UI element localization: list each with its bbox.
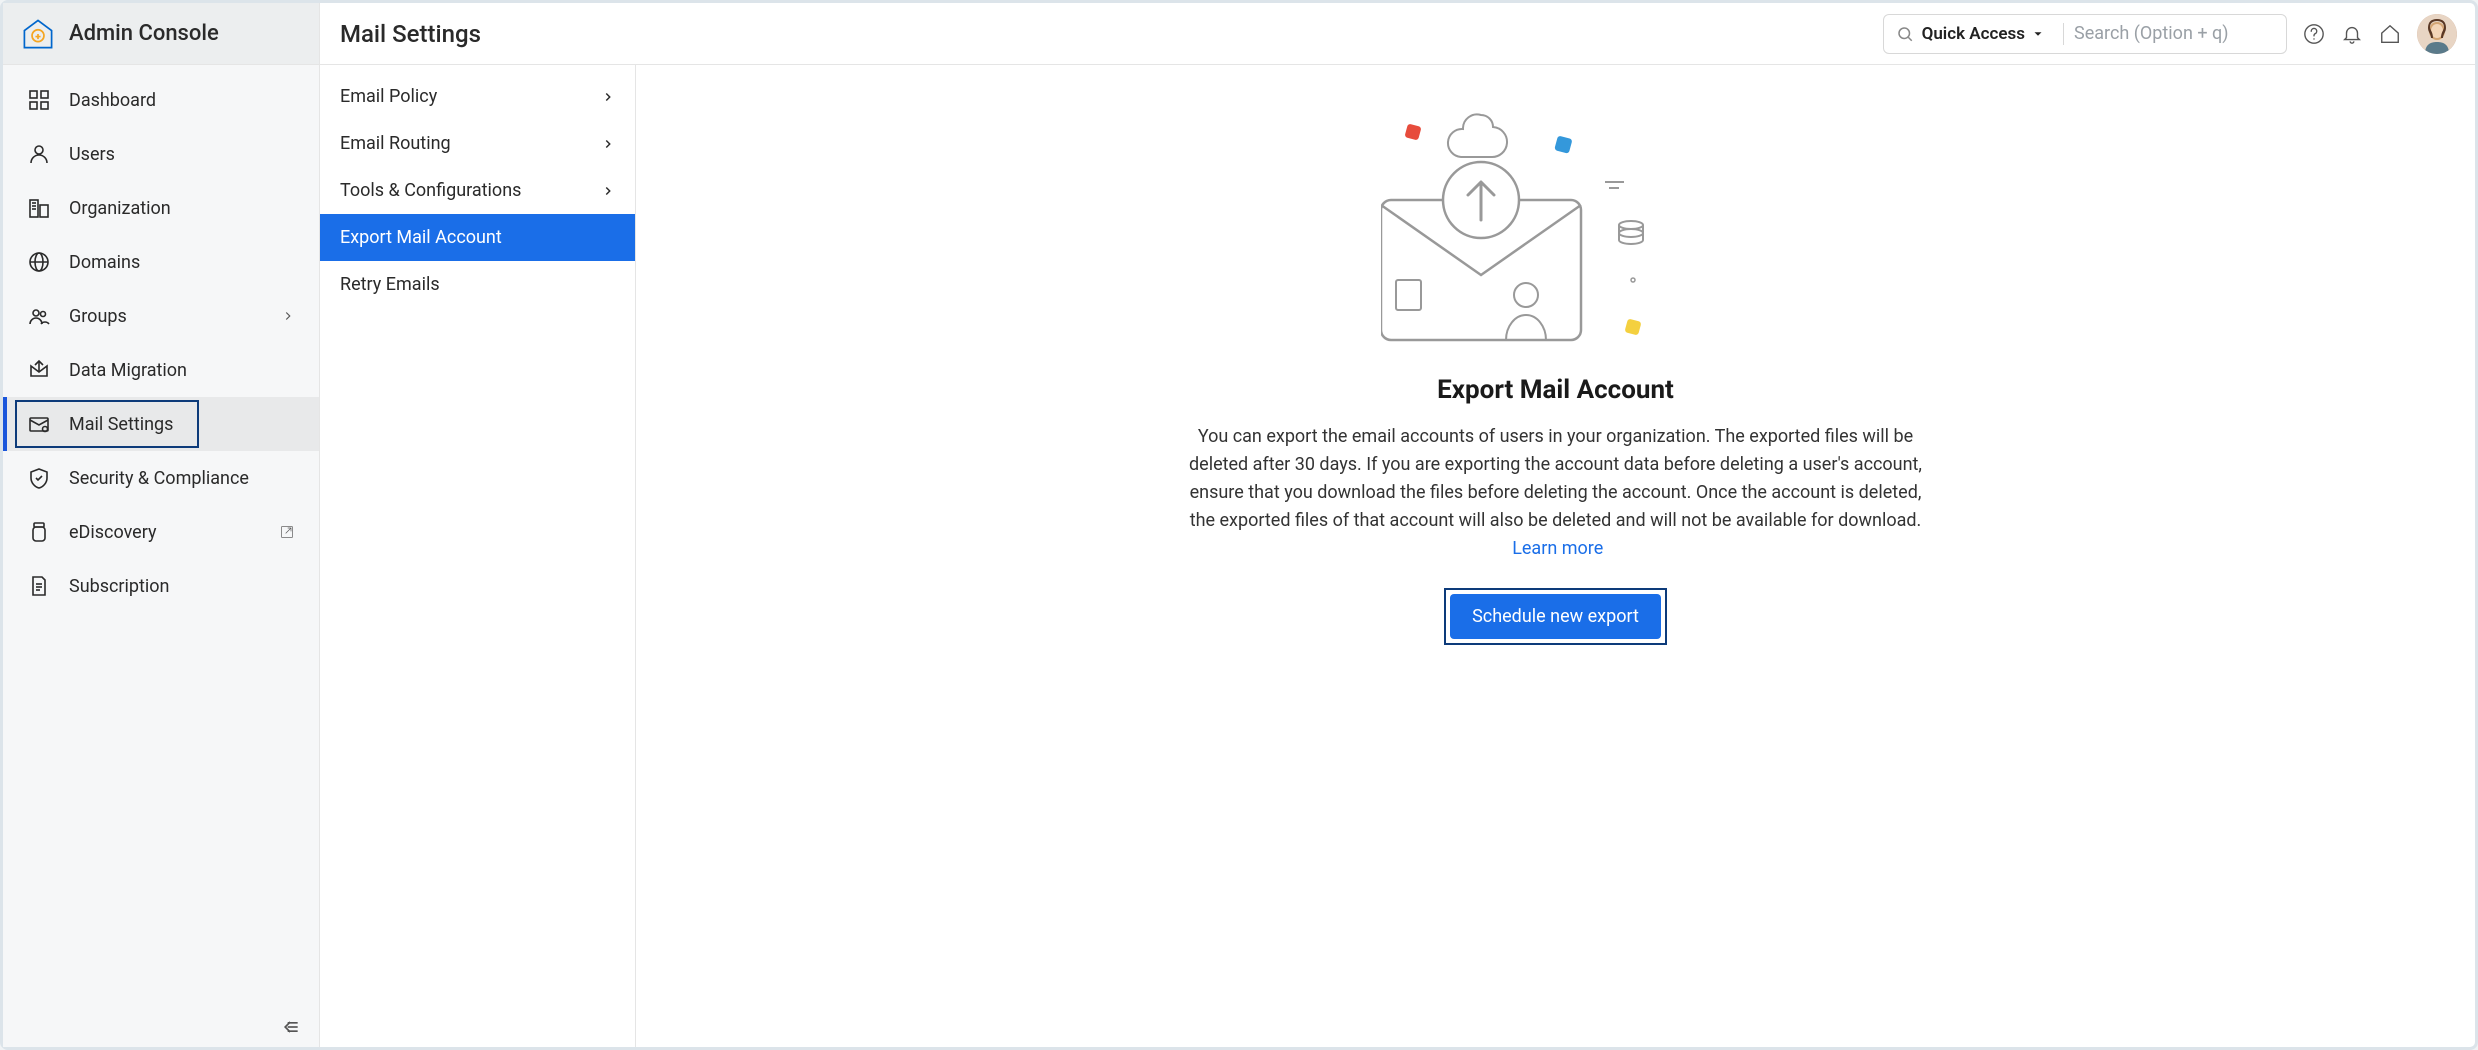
jar-icon: [27, 520, 51, 544]
sidebar-item-ediscovery[interactable]: eDiscovery: [3, 505, 319, 559]
groups-icon: [27, 304, 51, 328]
primary-button-highlight: Schedule new export: [1444, 588, 1667, 645]
user-icon: [27, 142, 51, 166]
subnav: Email Policy Email Routing Tools & Confi…: [320, 65, 636, 1047]
sidebar-item-label: Domains: [69, 252, 140, 273]
chevron-right-icon: [281, 309, 295, 323]
search-container: Quick Access: [1883, 14, 2287, 54]
sidebar-item-label: Data Migration: [69, 360, 187, 381]
topbar-main: Mail Settings: [320, 20, 1883, 48]
sidebar-item-label: Subscription: [69, 576, 170, 597]
building-icon: [27, 196, 51, 220]
sidebar-item-label: Groups: [69, 306, 127, 327]
brand-title: Admin Console: [69, 21, 219, 46]
quick-access-dropdown[interactable]: Quick Access: [1922, 24, 2045, 44]
sidebar-item-subscription[interactable]: Subscription: [3, 559, 319, 613]
quick-access-label: Quick Access: [1922, 24, 2025, 44]
learn-more-link[interactable]: Learn more: [1512, 538, 1603, 559]
sidebar-item-users[interactable]: Users: [3, 127, 319, 181]
topbar-right: Quick Access: [1883, 14, 2475, 54]
export-illustration-icon: [1381, 105, 1731, 355]
external-icon: [279, 524, 295, 540]
content: Export Mail Account You can export the e…: [636, 65, 2475, 1047]
migration-icon: [27, 358, 51, 382]
content-description: You can export the email accounts of use…: [1186, 423, 1926, 562]
sidebar-item-groups[interactable]: Groups: [3, 289, 319, 343]
page-title: Mail Settings: [340, 20, 481, 48]
help-icon[interactable]: [2303, 23, 2325, 45]
sidebar-item-label: Security & Compliance: [69, 468, 249, 489]
schedule-new-export-button[interactable]: Schedule new export: [1450, 594, 1661, 639]
mail-settings-icon: [27, 412, 51, 436]
subnav-item-label: Email Policy: [340, 86, 437, 107]
sidebar-item-label: eDiscovery: [69, 522, 157, 543]
search-icon: [1896, 25, 1914, 43]
sidebar-item-dashboard[interactable]: Dashboard: [3, 73, 319, 127]
chevron-down-icon: [2031, 27, 2045, 41]
content-description-text: You can export the email accounts of use…: [1189, 426, 1922, 531]
search-input[interactable]: [2074, 23, 2274, 44]
sidebar-item-label: Users: [69, 144, 115, 165]
subnav-item-label: Retry Emails: [340, 274, 440, 295]
bell-icon[interactable]: [2341, 23, 2363, 45]
sidebar: Dashboard Users Organization: [3, 65, 320, 1047]
chevron-right-icon: [601, 90, 615, 104]
subnav-item-label: Tools & Configurations: [340, 180, 521, 201]
topbar: Admin Console Mail Settings Quick Access: [3, 3, 2475, 65]
dashboard-icon: [27, 88, 51, 112]
sidebar-item-data-migration[interactable]: Data Migration: [3, 343, 319, 397]
divider: [2063, 23, 2064, 45]
subnav-item-label: Export Mail Account: [340, 227, 502, 248]
topbar-brand-section: Admin Console: [3, 3, 320, 64]
home-icon[interactable]: [2379, 23, 2401, 45]
subnav-item-email-routing[interactable]: Email Routing: [320, 120, 635, 167]
subnav-item-export-mail-account[interactable]: Export Mail Account: [320, 214, 635, 261]
sidebar-item-organization[interactable]: Organization: [3, 181, 319, 235]
subnav-item-retry-emails[interactable]: Retry Emails: [320, 261, 635, 308]
chevron-right-icon: [601, 184, 615, 198]
subnav-item-email-policy[interactable]: Email Policy: [320, 73, 635, 120]
avatar[interactable]: [2417, 14, 2457, 54]
sidebar-item-label: Dashboard: [69, 90, 156, 111]
collapse-sidebar-icon[interactable]: [281, 1017, 301, 1037]
document-icon: [27, 574, 51, 598]
sidebar-item-mail-settings[interactable]: Mail Settings: [3, 397, 319, 451]
logo-icon: [21, 17, 55, 51]
sidebar-item-security-compliance[interactable]: Security & Compliance: [3, 451, 319, 505]
subnav-item-label: Email Routing: [340, 133, 451, 154]
sidebar-item-label: Mail Settings: [69, 414, 173, 435]
shield-icon: [27, 466, 51, 490]
globe-icon: [27, 250, 51, 274]
subnav-item-tools-configurations[interactable]: Tools & Configurations: [320, 167, 635, 214]
sidebar-item-label: Organization: [69, 198, 171, 219]
chevron-right-icon: [601, 137, 615, 151]
content-title: Export Mail Account: [1437, 375, 1674, 405]
sidebar-item-domains[interactable]: Domains: [3, 235, 319, 289]
